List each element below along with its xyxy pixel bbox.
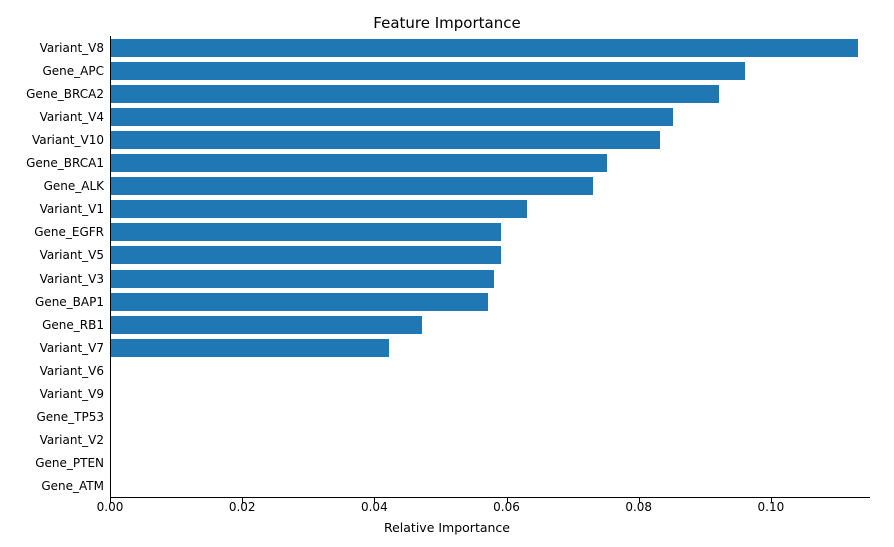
y-tick-label: Gene_BAP1 [4,296,104,308]
x-tick-mark [771,498,772,503]
bar [111,131,660,149]
bar [111,39,858,57]
bar [111,62,745,80]
bar [111,270,494,288]
bar [111,223,501,241]
bar [111,293,488,311]
x-tick-mark [242,498,243,503]
y-tick-label: Gene_BRCA2 [4,88,104,100]
bar [111,246,501,264]
y-tick-label: Variant_V9 [4,388,104,400]
y-tick-label: Variant_V10 [4,134,104,146]
y-tick-label: Variant_V8 [4,42,104,54]
y-tick-label: Gene_ATM [4,480,104,492]
y-tick-label: Variant_V5 [4,249,104,261]
y-tick-label: Variant_V1 [4,203,104,215]
feature-importance-chart: Feature Importance Relative Importance V… [0,0,894,547]
y-tick-label: Gene_RB1 [4,319,104,331]
y-tick-label: Gene_APC [4,65,104,77]
y-tick-label: Gene_EGFR [4,226,104,238]
bar [111,108,673,126]
x-tick-mark [639,498,640,503]
y-tick-label: Variant_V4 [4,111,104,123]
x-tick-mark [374,498,375,503]
bar [111,85,719,103]
plot-area [110,36,870,498]
bar [111,316,422,334]
y-tick-label: Gene_PTEN [4,457,104,469]
y-tick-label: Variant_V7 [4,342,104,354]
y-tick-label: Gene_BRCA1 [4,157,104,169]
y-tick-label: Variant_V2 [4,434,104,446]
x-tick-mark [110,498,111,503]
bar [111,177,593,195]
y-tick-label: Variant_V6 [4,365,104,377]
y-tick-label: Gene_TP53 [4,411,104,423]
y-tick-label: Variant_V3 [4,273,104,285]
x-axis-label: Relative Importance [0,520,894,535]
bar [111,200,527,218]
bar [111,339,389,357]
chart-title: Feature Importance [0,14,894,32]
y-tick-label: Gene_ALK [4,180,104,192]
x-tick-mark [507,498,508,503]
bar [111,154,607,172]
